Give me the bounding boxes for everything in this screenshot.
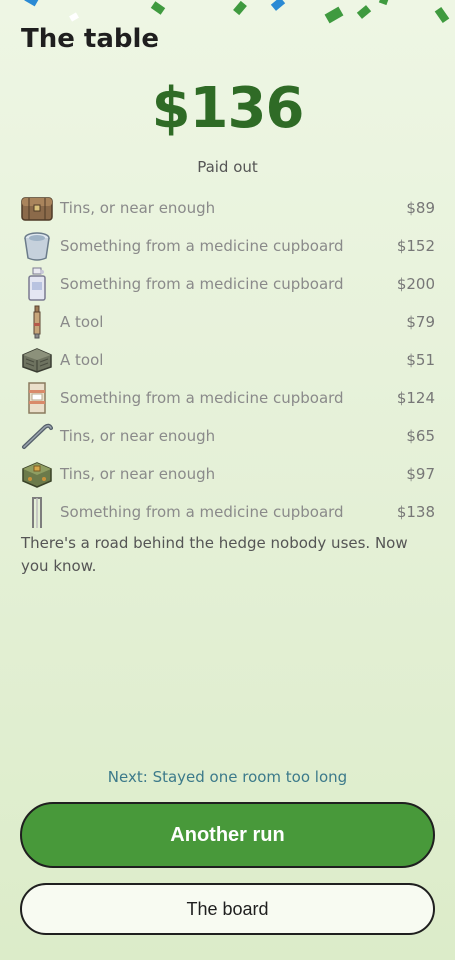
list-item: A tool $79 xyxy=(20,303,435,341)
paid-out-label: Paid out xyxy=(197,158,258,176)
item-label: Something from a medicine cupboard xyxy=(60,275,344,293)
item-price: $89 xyxy=(406,199,435,217)
list-item: A tool $51 xyxy=(20,341,435,379)
chest-icon xyxy=(20,192,54,224)
box-icon xyxy=(20,382,54,414)
pipe-icon xyxy=(20,496,54,528)
item-price: $65 xyxy=(406,427,435,445)
list-item: Something from a medicine cupboard $200 xyxy=(20,265,435,303)
crate-icon xyxy=(20,344,54,376)
flavor-text: There's a road behind the hedge nobody u… xyxy=(21,534,408,575)
item-label: Something from a medicine cupboard xyxy=(60,237,344,255)
item-label: A tool xyxy=(60,313,104,331)
item-label: A tool xyxy=(60,351,104,369)
list-item: Tins, or near enough $97 xyxy=(20,455,435,493)
bucket-icon xyxy=(20,230,54,262)
another-run-button[interactable]: Another run xyxy=(20,802,435,868)
list-item: Tins, or near enough $89 xyxy=(20,189,435,227)
bottle-icon xyxy=(20,267,54,301)
page-title: The table xyxy=(21,24,160,54)
item-label: Something from a medicine cupboard xyxy=(60,503,344,521)
item-label: Tins, or near enough xyxy=(60,427,216,445)
item-price: $79 xyxy=(406,313,435,331)
item-price: $152 xyxy=(396,237,435,255)
item-price: $97 xyxy=(406,465,435,483)
list-item: Something from a medicine cupboard $152 xyxy=(20,227,435,265)
item-label: Tins, or near enough xyxy=(60,465,216,483)
crowbar-icon xyxy=(20,420,54,452)
item-price: $51 xyxy=(406,351,435,369)
item-label: Tins, or near enough xyxy=(60,199,216,217)
item-label: Something from a medicine cupboard xyxy=(60,389,344,407)
item-list: Tins, or near enough $89 Something from … xyxy=(20,189,435,531)
tool-stick-icon xyxy=(20,305,54,339)
list-item: Tins, or near enough $65 xyxy=(20,417,435,455)
ornate-chest-icon xyxy=(20,458,54,490)
payout-amount: $136 xyxy=(151,76,305,141)
the-board-button[interactable]: The board xyxy=(20,883,435,935)
item-price: $200 xyxy=(396,275,435,293)
item-price: $124 xyxy=(396,389,435,407)
next-run-link[interactable]: Next: Stayed one room too long xyxy=(0,768,455,786)
item-price: $138 xyxy=(396,503,435,521)
list-item: Something from a medicine cupboard $124 xyxy=(20,379,435,417)
list-item: Something from a medicine cupboard $138 xyxy=(20,493,435,531)
